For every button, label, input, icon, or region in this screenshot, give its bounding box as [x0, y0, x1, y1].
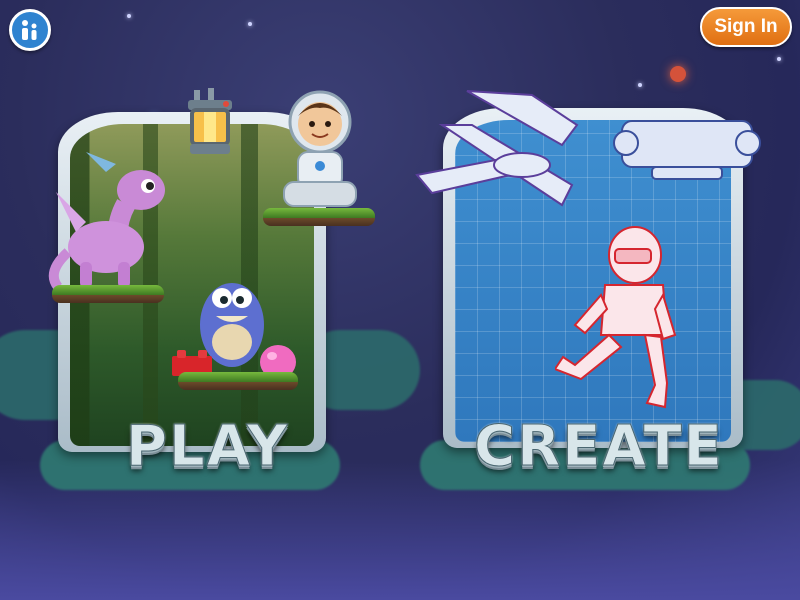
pink-dragon-character[interactable]	[46, 152, 171, 292]
star	[777, 57, 781, 61]
red-glow	[670, 66, 686, 82]
info-person-icon	[22, 20, 37, 40]
create-label[interactable]: CREATE	[474, 414, 724, 480]
astronaut-character[interactable]	[270, 90, 370, 215]
starfighter-sketch	[415, 90, 579, 207]
cargo-ship-sketch	[613, 120, 761, 180]
astronaut-platform	[263, 208, 375, 226]
info-button[interactable]	[9, 9, 51, 51]
star	[638, 83, 642, 87]
dragon-platform	[52, 285, 164, 303]
monster-platform	[178, 372, 298, 390]
robot-soldier-sketch	[555, 226, 677, 409]
star	[127, 14, 131, 18]
star	[248, 22, 252, 26]
play-label[interactable]: PLAY	[125, 414, 289, 480]
sign-in-button[interactable]: Sign In	[700, 7, 792, 47]
lantern-icon	[188, 88, 232, 154]
